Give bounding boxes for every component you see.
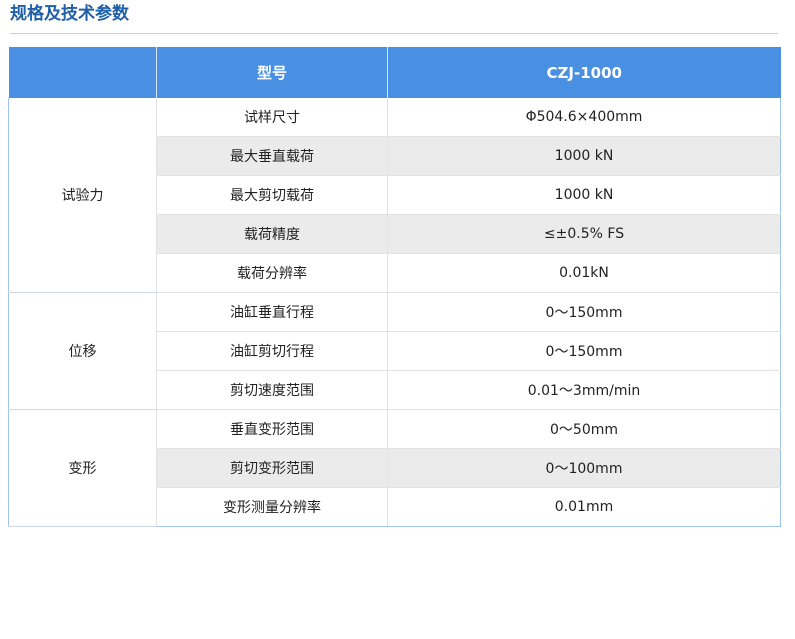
value-cell: 0.01mm: [387, 487, 781, 527]
value-cell: 0.01kN: [387, 253, 781, 293]
group-label: 变形: [8, 409, 157, 527]
param-cell: 油缸垂直行程: [156, 292, 388, 332]
table-row: 位移 油缸垂直行程 0～150mm: [8, 292, 781, 410]
value-cell: 0～150mm: [387, 292, 781, 332]
spec-table: 型号 CZJ-1000 试验力 试样尺寸 Φ504.6×400mm 最大垂直载荷…: [8, 47, 781, 527]
value-cell: 0.01～3mm/min: [387, 370, 781, 410]
param-cell: 最大剪切载荷: [156, 175, 388, 215]
param-cell: 载荷分辨率: [156, 253, 388, 293]
header-cell-model-label: 型号: [156, 47, 388, 98]
param-cell: 变形测量分辨率: [156, 487, 388, 527]
page-title: 规格及技术参数: [10, 4, 129, 24]
value-cell: 0～100mm: [387, 448, 781, 488]
table-row: 变形 垂直变形范围 0～50mm: [8, 409, 781, 527]
param-cell: 载荷精度: [156, 214, 388, 254]
table-row: 试验力 试样尺寸 Φ504.6×400mm: [8, 98, 781, 293]
group-label: 位移: [8, 292, 157, 410]
param-cell: 垂直变形范围: [156, 409, 388, 449]
param-cell: 剪切速度范围: [156, 370, 388, 410]
table-header-row: 型号 CZJ-1000: [8, 47, 781, 98]
value-cell: 1000 kN: [387, 175, 781, 215]
param-cell: 试样尺寸: [156, 98, 388, 137]
value-cell: 1000 kN: [387, 136, 781, 176]
value-cell: 0～50mm: [387, 409, 781, 449]
value-cell: Φ504.6×400mm: [387, 98, 781, 137]
param-cell: 最大垂直载荷: [156, 136, 388, 176]
value-cell: 0～150mm: [387, 331, 781, 371]
header-cell-group: [8, 47, 157, 98]
header-cell-model-value: CZJ-1000: [387, 47, 781, 98]
group-label: 试验力: [8, 98, 157, 293]
param-cell: 油缸剪切行程: [156, 331, 388, 371]
value-cell: ≤±0.5% FS: [387, 214, 781, 254]
title-divider: [10, 33, 778, 34]
param-cell: 剪切变形范围: [156, 448, 388, 488]
